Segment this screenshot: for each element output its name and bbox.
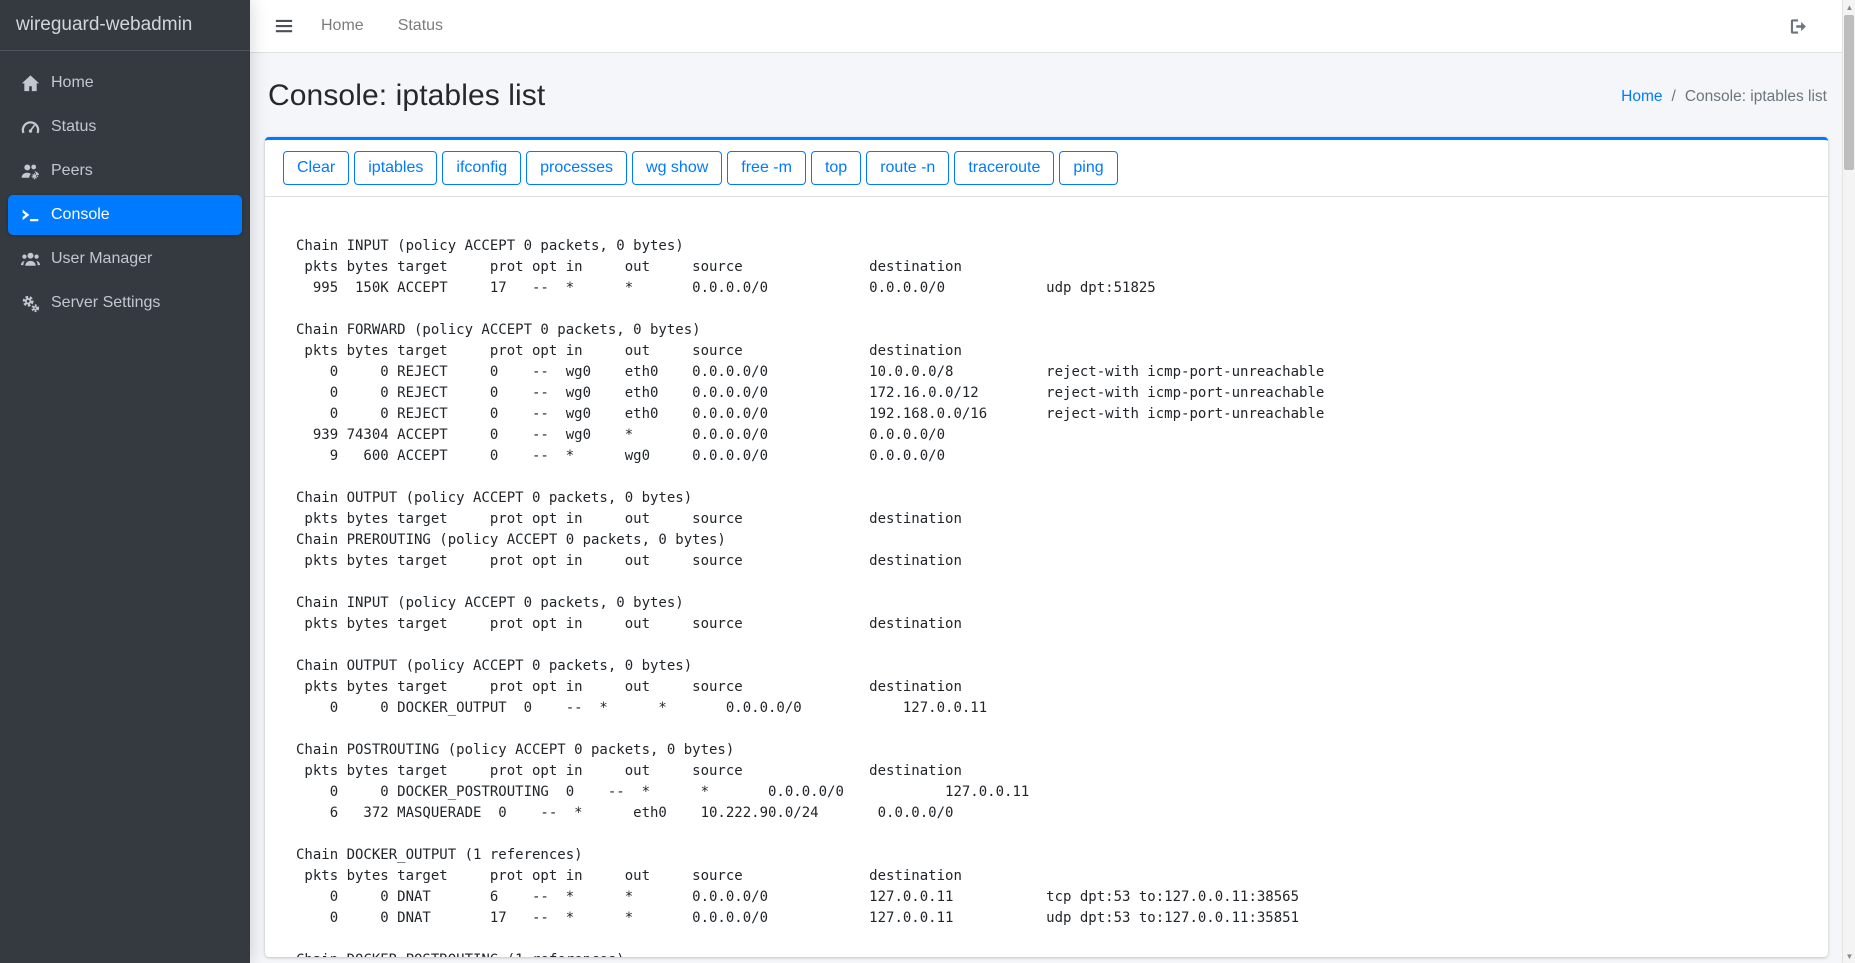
navbar-link-status[interactable]: Status (398, 17, 443, 35)
ping-button[interactable]: ping (1059, 151, 1117, 185)
wg-show-button[interactable]: wg show (632, 151, 722, 185)
gears-icon (21, 294, 40, 313)
top-button[interactable]: top (811, 151, 861, 185)
breadcrumb: Home / Console: iptables list (1621, 88, 1827, 106)
main-content: Console: iptables list Home / Console: ipt… (250, 53, 1842, 963)
sidebar-item-label: Server Settings (51, 294, 160, 312)
top-navbar: Home Status (250, 0, 1842, 53)
app-window: wireguard-webadmin Home Status Peers Con… (0, 0, 1855, 963)
scrollbar-up-arrow[interactable]: ▲ (1843, 0, 1855, 14)
scrollbar-thumb[interactable] (1844, 15, 1854, 170)
hamburger-icon[interactable] (274, 16, 294, 36)
home-icon (21, 74, 40, 93)
vertical-scrollbar[interactable]: ▲ ▼ (1842, 0, 1855, 963)
free-m-button[interactable]: free -m (727, 151, 806, 185)
sidebar-item-status[interactable]: Status (8, 107, 242, 147)
sidebar-item-label: User Manager (51, 250, 152, 268)
clear-button[interactable]: Clear (283, 151, 349, 185)
toolbar-button-row: Clear iptables ifconfig processes wg sho… (283, 151, 1810, 185)
navbar-link-home[interactable]: Home (321, 17, 364, 35)
iptables-button[interactable]: iptables (354, 151, 437, 185)
breadcrumb-home-link[interactable]: Home (1621, 88, 1662, 105)
users-gear-icon (21, 162, 40, 181)
terminal-icon (21, 206, 40, 225)
content-header: Console: iptables list Home / Console: ipt… (265, 53, 1828, 137)
sidebar-item-console[interactable]: Console (8, 195, 242, 235)
sidebar-item-label: Home (51, 74, 94, 92)
console-toolbar: Clear iptables ifconfig processes wg sho… (265, 140, 1828, 197)
users-icon (21, 250, 40, 269)
sign-out-icon[interactable] (1789, 17, 1808, 36)
sidebar-item-peers[interactable]: Peers (8, 151, 242, 191)
sidebar: wireguard-webadmin Home Status Peers Con… (0, 0, 250, 963)
traceroute-button[interactable]: traceroute (954, 151, 1054, 185)
console-card: Clear iptables ifconfig processes wg sho… (265, 137, 1828, 957)
processes-button[interactable]: processes (526, 151, 627, 185)
ifconfig-button[interactable]: ifconfig (442, 151, 521, 185)
scrollbar-down-arrow[interactable]: ▼ (1843, 949, 1855, 963)
brand-title: wireguard-webadmin (0, 0, 250, 51)
sidebar-item-home[interactable]: Home (8, 63, 242, 103)
breadcrumb-current: Console: iptables list (1685, 88, 1827, 105)
breadcrumb-separator: / (1672, 88, 1676, 105)
sidebar-item-label: Status (51, 118, 96, 136)
console-output-area: Chain INPUT (policy ACCEPT 0 packets, 0 … (265, 197, 1828, 957)
route-n-button[interactable]: route -n (866, 151, 949, 185)
console-output: Chain INPUT (policy ACCEPT 0 packets, 0 … (296, 215, 1808, 957)
gauge-icon (21, 118, 40, 137)
sidebar-item-server-settings[interactable]: Server Settings (8, 283, 242, 323)
sidebar-item-label: Console (51, 206, 110, 224)
sidebar-menu: Home Status Peers Console User Manager S… (0, 51, 250, 323)
sidebar-item-user-manager[interactable]: User Manager (8, 239, 242, 279)
sidebar-item-label: Peers (51, 162, 93, 180)
page-title: Console: iptables list (268, 79, 545, 113)
